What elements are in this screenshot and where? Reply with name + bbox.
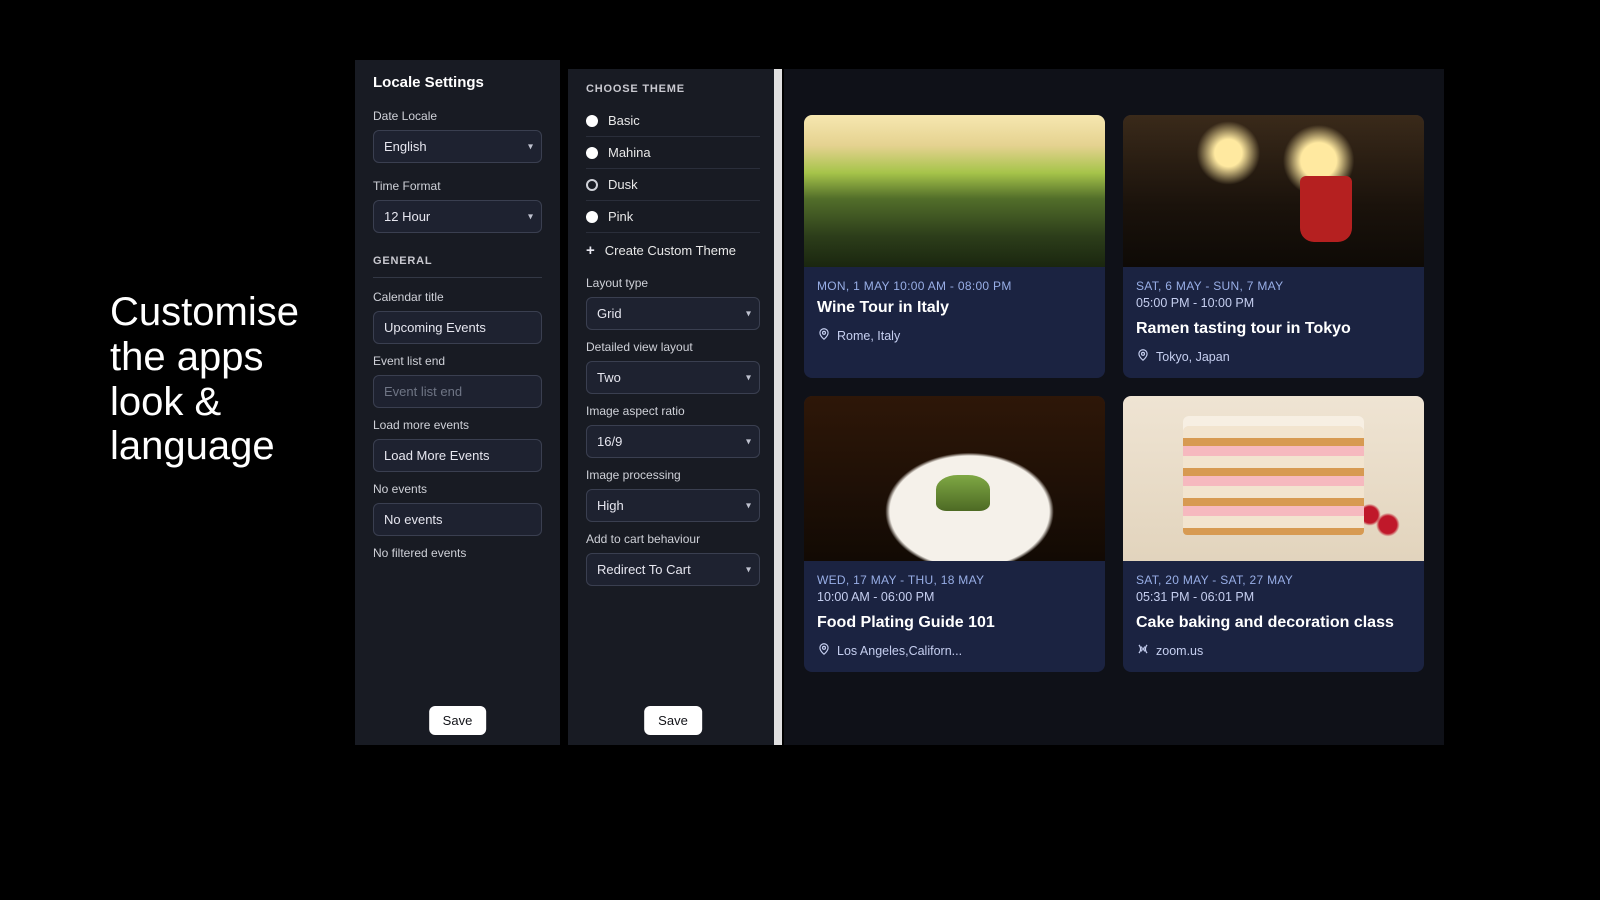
chevron-down-icon: ▾ [528,211,533,222]
event-list-end-label: Event list end [373,354,542,368]
event-body: WED, 17 MAY - THU, 18 MAY 10:00 AM - 06:0… [804,561,1105,672]
event-location-text: Tokyo, Japan [1156,350,1230,364]
event-image [804,396,1105,561]
divider [373,277,542,278]
create-custom-label: Create Custom Theme [605,243,736,258]
radio-selected-icon [586,179,598,191]
layout-type-select[interactable]: Grid ▾ [586,297,760,330]
event-time: 10:00 AM - 06:00 PM [817,590,1092,604]
theme-option-pink[interactable]: Pink [586,201,760,233]
cart-behaviour-value: Redirect To Cart [597,562,691,577]
locale-settings-panel: Locale Settings Date Locale English ▾ Ti… [355,60,560,745]
detailed-view-select[interactable]: Two ▾ [586,361,760,394]
theme-option-label: Dusk [608,177,638,192]
theme-option-dusk[interactable]: Dusk [586,169,760,201]
time-format-select[interactable]: 12 Hour ▾ [373,200,542,233]
event-list-end-input[interactable]: Event list end [373,375,542,408]
map-pin-icon [1136,348,1150,365]
calendar-title-input[interactable]: Upcoming Events [373,311,542,344]
chevron-down-icon: ▾ [746,372,751,383]
event-location-text: zoom.us [1156,644,1203,658]
aspect-ratio-value: 16/9 [597,434,622,449]
aspect-ratio-label: Image aspect ratio [586,404,760,418]
theme-option-mahina[interactable]: Mahina [586,137,760,169]
theme-option-label: Basic [608,113,640,128]
marketing-tagline: Customise the apps look & language [110,290,330,469]
theme-option-basic[interactable]: Basic [586,105,760,137]
theme-option-label: Mahina [608,145,651,160]
theme-panel: CHOOSE THEME Basic Mahina Dusk Pink + Cr… [568,69,778,745]
event-location: Rome, Italy [817,327,1092,344]
event-image [1123,396,1424,561]
radio-icon [586,211,598,223]
date-locale-select[interactable]: English ▾ [373,130,542,163]
event-card[interactable]: SAT, 6 MAY - SUN, 7 MAY 05:00 PM - 10:00 … [1123,115,1424,378]
radio-icon [586,115,598,127]
event-location-text: Los Angeles,Californ... [837,644,962,658]
date-locale-label: Date Locale [373,109,542,123]
time-format-value: 12 Hour [384,209,430,224]
no-events-input[interactable]: No events [373,503,542,536]
event-body: MON, 1 MAY 10:00 AM - 08:00 PM Wine Tour … [804,267,1105,357]
event-time: 05:31 PM - 06:01 PM [1136,590,1411,604]
layout-type-label: Layout type [586,276,760,290]
load-more-input[interactable]: Load More Events [373,439,542,472]
event-title: Wine Tour in Italy [817,299,1092,317]
map-pin-icon [817,327,831,344]
chevron-down-icon: ▾ [528,141,533,152]
save-button[interactable]: Save [429,706,487,735]
layout-type-value: Grid [597,306,622,321]
event-location: Los Angeles,Californ... [817,642,1092,659]
load-more-label: Load more events [373,418,542,432]
event-card[interactable]: WED, 17 MAY - THU, 18 MAY 10:00 AM - 06:0… [804,396,1105,672]
event-location: zoom.us [1136,642,1411,659]
radio-icon [586,147,598,159]
plus-icon: + [586,243,595,258]
save-button[interactable]: Save [644,706,702,735]
detailed-view-label: Detailed view layout [586,340,760,354]
chevron-down-icon: ▾ [746,500,751,511]
chevron-down-icon: ▾ [746,564,751,575]
event-date: SAT, 6 MAY - SUN, 7 MAY [1136,279,1411,293]
date-locale-value: English [384,139,427,154]
time-format-label: Time Format [373,179,542,193]
event-image [1123,115,1424,267]
event-location-text: Rome, Italy [837,329,900,343]
event-body: SAT, 6 MAY - SUN, 7 MAY 05:00 PM - 10:00 … [1123,267,1424,378]
event-image [804,115,1105,267]
scrollbar[interactable] [774,69,782,745]
event-location: Tokyo, Japan [1136,348,1411,365]
create-custom-theme[interactable]: + Create Custom Theme [586,233,760,262]
image-processing-label: Image processing [586,468,760,482]
preview-pane: MON, 1 MAY 10:00 AM - 08:00 PM Wine Tour … [784,69,1444,745]
cart-behaviour-select[interactable]: Redirect To Cart ▾ [586,553,760,586]
chevron-down-icon: ▾ [746,308,751,319]
choose-theme-head: CHOOSE THEME [586,83,760,95]
aspect-ratio-select[interactable]: 16/9 ▾ [586,425,760,458]
event-card[interactable]: SAT, 20 MAY - SAT, 27 MAY 05:31 PM - 06:0… [1123,396,1424,672]
theme-option-label: Pink [608,209,633,224]
detailed-view-value: Two [597,370,621,385]
cart-behaviour-label: Add to cart behaviour [586,532,760,546]
event-date: WED, 17 MAY - THU, 18 MAY [817,573,1092,587]
event-body: SAT, 20 MAY - SAT, 27 MAY 05:31 PM - 06:0… [1123,561,1424,672]
event-title: Ramen tasting tour in Tokyo [1136,320,1411,338]
locale-settings-title: Locale Settings [373,74,542,91]
event-time: 05:00 PM - 10:00 PM [1136,296,1411,310]
no-events-label: No events [373,482,542,496]
event-card[interactable]: MON, 1 MAY 10:00 AM - 08:00 PM Wine Tour … [804,115,1105,378]
event-date: SAT, 20 MAY - SAT, 27 MAY [1136,573,1411,587]
broadcast-icon [1136,642,1150,659]
image-processing-value: High [597,498,624,513]
event-title: Food Plating Guide 101 [817,614,1092,632]
event-date: MON, 1 MAY 10:00 AM - 08:00 PM [817,279,1092,293]
image-processing-select[interactable]: High ▾ [586,489,760,522]
event-title: Cake baking and decoration class [1136,614,1411,632]
chevron-down-icon: ▾ [746,436,751,447]
general-section-head: GENERAL [373,255,542,267]
map-pin-icon [817,642,831,659]
no-filtered-label: No filtered events [373,546,542,560]
calendar-title-label: Calendar title [373,290,542,304]
